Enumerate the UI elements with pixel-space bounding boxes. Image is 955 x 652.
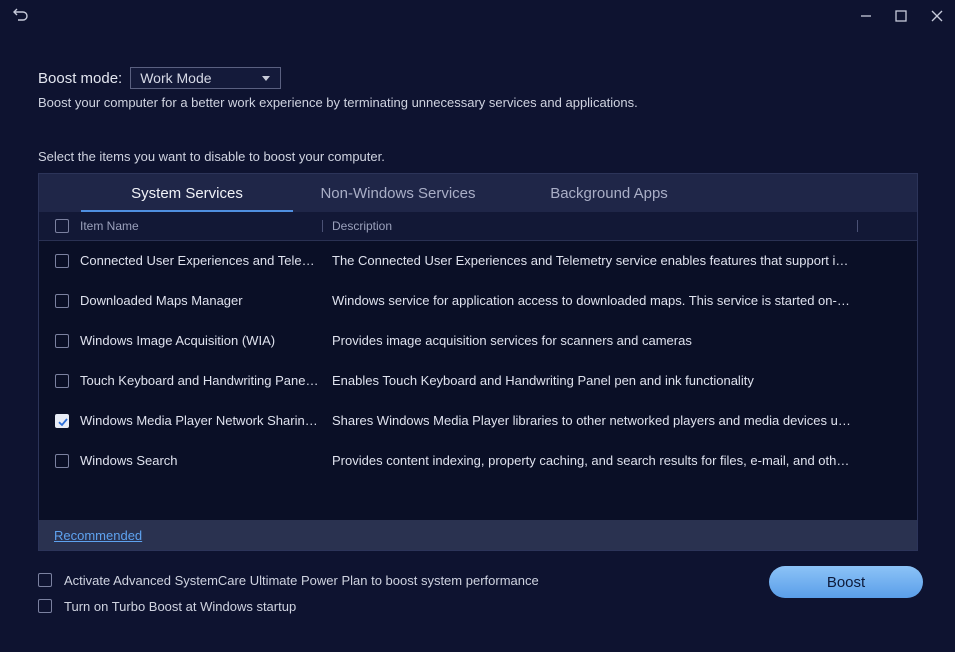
power-plan-option[interactable]: Activate Advanced SystemCare Ultimate Po… — [38, 571, 539, 589]
turbo-startup-option[interactable]: Turn on Turbo Boost at Windows startup — [38, 597, 296, 615]
checkmark-icon — [58, 418, 68, 427]
row-description: Provides content indexing, property cach… — [332, 453, 854, 468]
power-plan-label: Activate Advanced SystemCare Ultimate Po… — [64, 572, 539, 588]
row-item-name: Touch Keyboard and Handwriting Panel Ser… — [80, 373, 320, 388]
boost-mode-row: Boost mode: Work Mode — [38, 66, 282, 90]
row-item-name: Connected User Experiences and Telemetry — [80, 253, 320, 268]
row-item-name: Downloaded Maps Manager — [80, 293, 243, 308]
close-icon[interactable] — [927, 6, 947, 26]
row-checkbox[interactable] — [55, 254, 69, 268]
tab-non-windows-services[interactable]: Non-Windows Services — [293, 174, 503, 212]
row-description: Windows service for application access t… — [332, 293, 854, 308]
row-checkbox[interactable] — [55, 374, 69, 388]
row-item-name: Windows Media Player Network Sharing Ser… — [80, 413, 320, 428]
maximize-icon[interactable] — [891, 6, 911, 26]
chevron-down-icon — [262, 76, 271, 81]
row-item-name: Windows Search — [80, 453, 178, 468]
row-checkbox[interactable] — [55, 334, 69, 348]
row-checkbox[interactable] — [55, 454, 69, 468]
table-row[interactable]: Windows Search Provides content indexing… — [39, 441, 917, 481]
table-row[interactable]: Connected User Experiences and Telemetry… — [39, 241, 917, 281]
column-divider[interactable] — [857, 220, 858, 232]
minimize-icon[interactable] — [856, 6, 876, 26]
power-plan-checkbox[interactable] — [38, 573, 52, 587]
boost-mode-value: Work Mode — [140, 70, 212, 86]
row-description: Enables Touch Keyboard and Handwriting P… — [332, 373, 754, 388]
tab-system-services[interactable]: System Services — [81, 174, 293, 212]
column-item-name: Item Name — [80, 219, 139, 233]
boost-mode-label: Boost mode: — [38, 69, 123, 87]
select-all-checkbox[interactable] — [55, 219, 69, 233]
turbo-startup-checkbox[interactable] — [38, 599, 52, 613]
column-header: Item Name Description — [39, 212, 917, 241]
table-row[interactable]: Windows Image Acquisition (WIA) Provides… — [39, 321, 917, 361]
row-checkbox[interactable] — [55, 294, 69, 308]
services-panel: System Services Non-Windows Services Bac… — [38, 173, 918, 551]
boost-mode-dropdown[interactable]: Work Mode — [130, 67, 282, 89]
turbo-startup-label: Turn on Turbo Boost at Windows startup — [64, 598, 297, 614]
row-checkbox[interactable] — [55, 414, 69, 428]
row-description: Provides image acquisition services for … — [332, 333, 692, 348]
table-row[interactable]: Downloaded Maps Manager Windows service … — [39, 281, 917, 321]
title-bar — [0, 0, 955, 32]
instructions-text: Select the items you want to disable to … — [38, 149, 385, 164]
boost-mode-description: Boost your computer for a better work ex… — [38, 95, 638, 110]
tab-bar: System Services Non-Windows Services Bac… — [39, 174, 917, 212]
undo-arrow-icon[interactable] — [12, 6, 30, 24]
table-row[interactable]: Windows Media Player Network Sharing Ser… — [39, 401, 917, 441]
row-item-name: Windows Image Acquisition (WIA) — [80, 333, 276, 348]
column-description: Description — [332, 219, 393, 233]
column-divider[interactable] — [322, 220, 323, 232]
row-description: Shares Windows Media Player libraries to… — [332, 413, 854, 428]
panel-footer: Recommended — [39, 520, 917, 550]
boost-button[interactable]: Boost — [769, 566, 923, 598]
table-row[interactable]: Touch Keyboard and Handwriting Panel Ser… — [39, 361, 917, 401]
recommended-link[interactable]: Recommended — [54, 528, 142, 543]
tab-background-apps[interactable]: Background Apps — [503, 174, 715, 212]
row-description: The Connected User Experiences and Telem… — [332, 253, 854, 268]
